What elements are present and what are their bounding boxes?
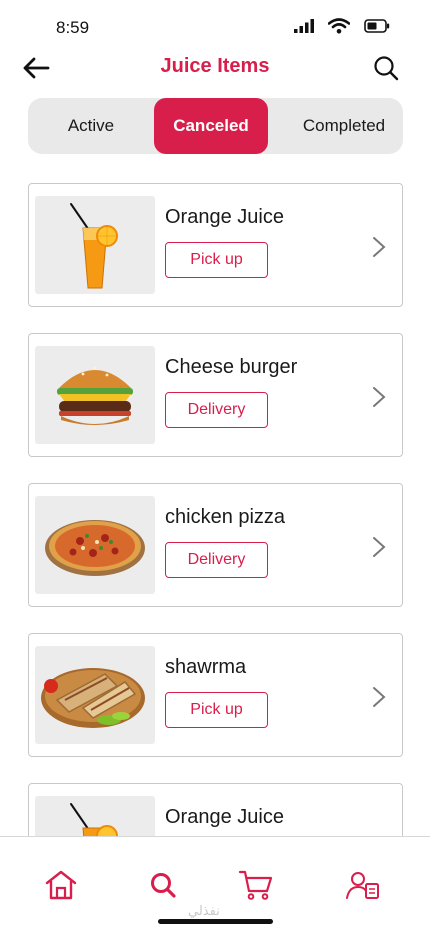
order-name: Cheese burger [165,356,298,378]
order-image [35,196,155,294]
order-card[interactable]: Cheese burger Delivery [28,333,403,457]
signal-icon [294,19,314,33]
battery-icon [364,19,390,33]
burger-icon [57,366,133,425]
order-name: Orange Juice [165,206,284,228]
nav-profile[interactable] [345,867,381,903]
order-card[interactable]: Orange Juice Pick up [28,183,403,307]
wifi-icon [328,18,350,34]
search-icon [151,873,176,898]
tab-active[interactable]: Active [28,98,154,154]
order-name: shawrma [165,656,247,678]
status-tabs: Active Canceled Completed [28,98,403,154]
watermark: نفذلي [188,903,220,918]
fulfillment-badge[interactable]: Pick up [165,242,268,278]
home-icon [45,870,77,900]
search-button[interactable] [370,52,402,84]
fulfillment-badge[interactable]: Delivery [165,542,268,578]
fulfillment-badge[interactable]: Delivery [165,392,268,428]
nav-cart[interactable] [238,867,274,903]
status-icons [294,18,390,34]
shawarma-icon [41,668,145,728]
order-image [35,346,155,444]
status-bar: 8:59 [0,0,430,52]
app-header: Juice Items [0,48,430,88]
nav-search[interactable] [145,867,181,903]
nav-home[interactable] [43,867,79,903]
chevron-right-icon [373,387,386,407]
chevron-right-icon [373,687,386,707]
cart-icon [238,870,273,900]
order-name: chicken pizza [165,506,286,528]
chevron-right-icon [373,237,386,257]
page-title: Juice Items [160,55,270,77]
pizza-icon [45,520,145,576]
fulfillment-badge[interactable]: Pick up [165,692,268,728]
chevron-right-icon [373,537,386,557]
order-image [35,646,155,744]
order-card[interactable]: shawrma Pick up [28,633,403,757]
order-card[interactable]: chicken pizza Delivery [28,483,403,607]
status-time: 8:59 [56,18,90,37]
profile-icon [346,872,379,899]
tab-canceled[interactable]: Canceled [154,98,268,154]
search-icon [374,56,399,81]
order-name: Orange Juice [165,806,284,828]
tab-completed[interactable]: Completed [278,98,410,154]
orange-juice-icon [70,203,118,289]
order-image [35,496,155,594]
home-indicator [158,919,273,924]
